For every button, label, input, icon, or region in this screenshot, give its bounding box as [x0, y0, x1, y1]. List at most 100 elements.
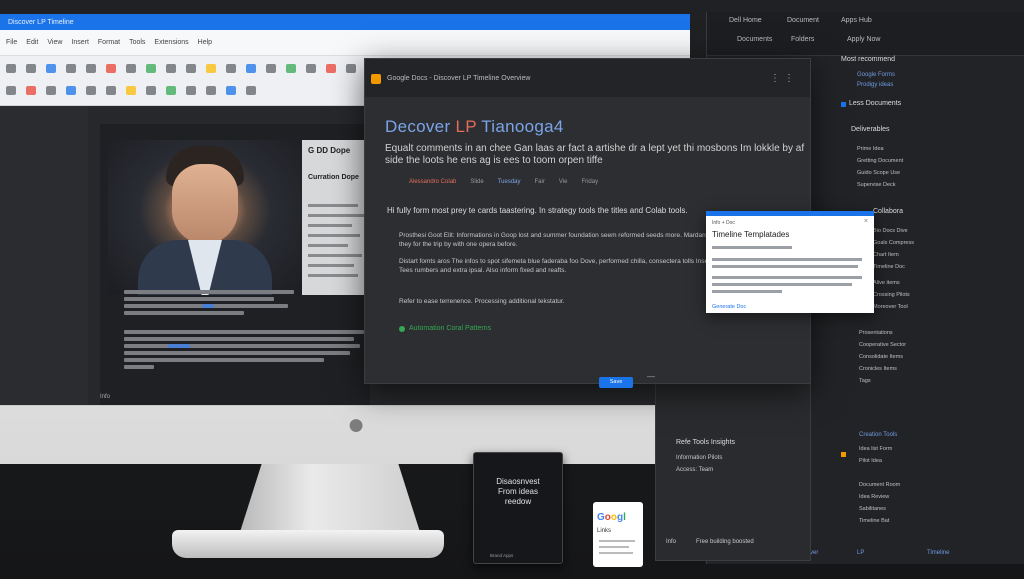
- rp-item[interactable]: Chart Item: [873, 252, 899, 258]
- rp-link[interactable]: Prodigy ideas: [857, 82, 893, 88]
- card-line: [599, 540, 635, 542]
- side-line: [308, 234, 360, 237]
- side-line: [308, 264, 354, 267]
- menu-format[interactable]: Format: [98, 39, 120, 46]
- align-icon[interactable]: [306, 64, 316, 73]
- rp-item[interactable]: Idea list Form: [859, 446, 892, 452]
- browser-tab[interactable]: Discover LP Timeline: [8, 19, 74, 26]
- highlight-icon[interactable]: [26, 86, 36, 95]
- rp-item[interactable]: Timeline Bat: [859, 518, 889, 524]
- style-icon[interactable]: [126, 64, 136, 73]
- rp-item[interactable]: Idea Review: [859, 494, 889, 500]
- save-button[interactable]: Save: [599, 377, 633, 388]
- underline-icon[interactable]: [206, 64, 216, 73]
- dialog-green-link[interactable]: Automation Coral Patterns: [399, 325, 491, 332]
- rp-item[interactable]: Supervise Deck: [857, 182, 896, 188]
- bold-icon[interactable]: [166, 64, 176, 73]
- break-icon[interactable]: [186, 86, 196, 95]
- rp-section-title: Less Documents: [849, 100, 902, 107]
- indent-icon[interactable]: [346, 64, 356, 73]
- font-icon[interactable]: [146, 64, 156, 73]
- redo-icon[interactable]: [26, 64, 36, 73]
- drawing-icon[interactable]: [86, 86, 96, 95]
- paint-format-icon[interactable]: [86, 64, 96, 73]
- menu-insert[interactable]: Insert: [71, 39, 89, 46]
- card-line: [599, 552, 633, 554]
- promo-tile[interactable]: Disaosnvest From ideas reedow Brand Apps: [473, 452, 563, 564]
- popup-line: [712, 290, 782, 293]
- rp-footer-link[interactable]: LP: [857, 550, 864, 556]
- popup-line: [712, 283, 852, 286]
- card-footer-right[interactable]: Free building boosted: [696, 539, 754, 545]
- footnote-icon[interactable]: [166, 86, 176, 95]
- text-line: [124, 365, 154, 369]
- rp-item[interactable]: Pilot Idea: [859, 458, 882, 464]
- rp-item[interactable]: Guido Scope Use: [857, 170, 900, 176]
- spellcheck-icon[interactable]: [66, 64, 76, 73]
- rp-item[interactable]: Moreover Tool: [873, 304, 908, 310]
- rp-item[interactable]: Cronicles Items: [859, 366, 897, 372]
- bookmark-icon[interactable]: [126, 86, 136, 95]
- more-options-icon[interactable]: ⋮⋮: [770, 73, 798, 84]
- card-footer-left: Info: [666, 539, 677, 545]
- clear-format-icon[interactable]: [206, 86, 216, 95]
- rp-link[interactable]: Google Forms: [857, 72, 895, 78]
- menu-edit[interactable]: Edit: [26, 39, 38, 46]
- docs-menubar: File Edit View Insert Format Tools Exten…: [0, 30, 690, 56]
- rp-item[interactable]: Consolidate Items: [859, 354, 903, 360]
- comment-icon[interactable]: [266, 64, 276, 73]
- menu-extensions[interactable]: Extensions: [154, 39, 188, 46]
- menu-view[interactable]: View: [47, 39, 62, 46]
- rp-header-item[interactable]: Apps Hub: [841, 17, 872, 24]
- undo-icon[interactable]: [6, 64, 16, 73]
- rp-item[interactable]: Cooperative Sector: [859, 342, 906, 348]
- rp-section-link[interactable]: Creation Tools: [859, 432, 897, 438]
- link-icon[interactable]: [246, 64, 256, 73]
- menu-help[interactable]: Help: [198, 39, 212, 46]
- close-icon[interactable]: ×: [864, 218, 868, 225]
- rp-subtab[interactable]: Apply Now: [847, 36, 880, 43]
- google-card[interactable]: Googl Links: [593, 502, 643, 567]
- right-panel-header: Dell Home Document Apps Hub Documents Fo…: [707, 12, 1024, 56]
- rp-subtab[interactable]: Documents: [737, 36, 772, 43]
- chart-icon[interactable]: [66, 86, 76, 95]
- image-icon[interactable]: [286, 64, 296, 73]
- rp-item[interactable]: Bio Docs Dive: [873, 228, 908, 234]
- line-spacing-icon[interactable]: [246, 86, 256, 95]
- rp-item[interactable]: Prosentations: [859, 330, 893, 336]
- rp-header-item[interactable]: Dell Home: [729, 17, 762, 24]
- rp-header-item[interactable]: Document: [787, 17, 819, 24]
- rp-item[interactable]: Sabilitanes: [859, 506, 886, 512]
- text-line: [124, 358, 324, 362]
- text-line: [124, 337, 354, 341]
- rp-item[interactable]: Tags: [859, 378, 871, 384]
- heading-icon[interactable]: [6, 86, 16, 95]
- checklist-icon[interactable]: [226, 86, 236, 95]
- text-color-icon[interactable]: [226, 64, 236, 73]
- rp-footer-link[interactable]: Timeline: [927, 550, 949, 556]
- header-icon[interactable]: [146, 86, 156, 95]
- table-icon[interactable]: [46, 86, 56, 95]
- rp-item[interactable]: Timeline Doc: [873, 264, 905, 270]
- meta-author[interactable]: Alessandro Colab: [409, 179, 456, 185]
- side-line: [308, 204, 358, 207]
- text-link[interactable]: [202, 304, 214, 308]
- popup-line: [712, 265, 858, 268]
- rp-item[interactable]: Goals Compress: [873, 240, 914, 246]
- rp-subtab[interactable]: Folders: [791, 36, 814, 43]
- text-link[interactable]: [168, 344, 190, 348]
- rp-item[interactable]: Crossing Pilots: [873, 292, 910, 298]
- popup-link[interactable]: Generate Doc: [712, 304, 746, 310]
- equation-icon[interactable]: [106, 86, 116, 95]
- italic-icon[interactable]: [186, 64, 196, 73]
- minimize-icon[interactable]: —: [647, 372, 655, 381]
- list-icon[interactable]: [326, 64, 336, 73]
- print-icon[interactable]: [46, 64, 56, 73]
- menu-file[interactable]: File: [6, 39, 17, 46]
- menu-tools[interactable]: Tools: [129, 39, 145, 46]
- rp-item[interactable]: Gretting Document: [857, 158, 903, 164]
- rp-item[interactable]: Alive items: [873, 280, 900, 286]
- zoom-icon[interactable]: [106, 64, 116, 73]
- rp-item[interactable]: Prime Idea: [857, 146, 884, 152]
- rp-item[interactable]: Document Room: [859, 482, 900, 488]
